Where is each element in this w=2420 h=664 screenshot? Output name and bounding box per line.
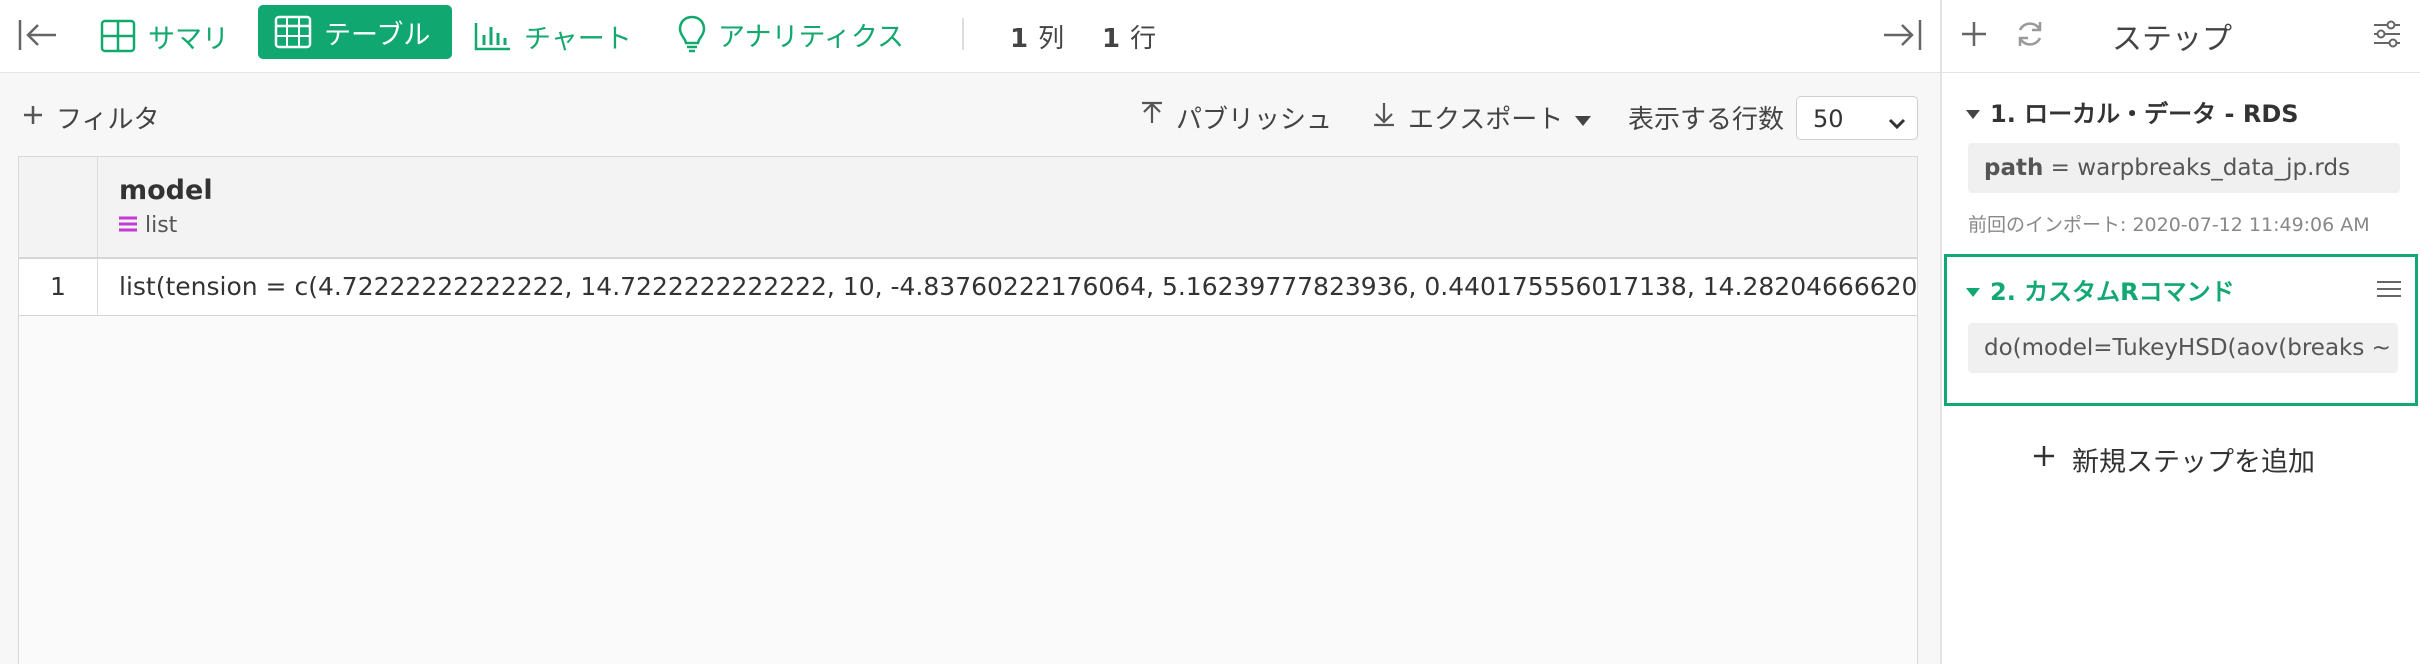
row-count: 1行 [1102, 18, 1156, 55]
index-column-header [19, 157, 98, 257]
step-1-last-import: 前回のインポート: 2020-07-12 11:49:06 AM [1968, 214, 2370, 236]
step-2-title[interactable]: 2. カスタムRコマンド [1966, 272, 2235, 307]
step-1-param-key: path [1984, 155, 2044, 181]
column-type-label: list [145, 213, 178, 238]
table-row: 1 list(tension = c(4.72222222222222, 14.… [19, 259, 1917, 316]
tab-chart[interactable]: チャート [474, 14, 632, 58]
collapse-left-icon[interactable] [18, 18, 58, 56]
steps-panel-header: ステップ [1942, 0, 2420, 73]
hamburger-menu-icon[interactable] [2377, 279, 2401, 303]
add-new-step-button[interactable]: 新規ステップを追加 [2032, 440, 2315, 479]
row-count-value: 1 [1102, 24, 1121, 54]
tab-summary[interactable]: サマリ [100, 14, 229, 58]
view-toolbar: サマリ テーブル チャート アナリティクス 1列 1行 [0, 0, 1940, 73]
table-header: model list [19, 157, 1917, 259]
column-count: 1列 [1010, 18, 1064, 55]
column-count-value: 1 [1010, 24, 1029, 54]
rows-to-show-select[interactable]: 50 [1796, 96, 1918, 140]
download-icon [1372, 101, 1396, 134]
export-dropdown[interactable]: エクスポート [1372, 99, 1592, 136]
table-cell[interactable]: list(tension = c(4.72222222222222, 14.72… [119, 259, 1917, 315]
step-1-parameter[interactable]: path = warpbreaks_data_jp.rds [1968, 143, 2400, 193]
column-header-model[interactable]: model [119, 175, 213, 206]
table-actions-bar: フィルタ パブリッシュ エクスポート 表示する行数 [0, 73, 1940, 153]
add-step-plus-icon[interactable] [1960, 20, 1988, 52]
steps-panel: ステップ 1. ローカル・データ - RDS path = warpbreaks… [1940, 0, 2420, 664]
plus-icon [2032, 444, 2056, 475]
list-type-icon [119, 213, 137, 238]
expand-right-icon[interactable] [1882, 18, 1922, 56]
publish-button[interactable]: パブリッシュ [1140, 99, 1332, 136]
add-filter-label: フィルタ [56, 105, 160, 135]
step-2-command[interactable]: do(model=TukeyHSD(aov(breaks ~ … [1968, 323, 2398, 373]
step-1-param-value: = warpbreaks_data_jp.rds [2043, 155, 2351, 181]
caret-down-icon [1966, 276, 1980, 304]
caret-down-icon [1575, 103, 1592, 133]
tab-chart-label: チャート [524, 23, 632, 55]
sliders-settings-icon[interactable] [2372, 20, 2402, 52]
refresh-icon[interactable] [2014, 18, 2046, 54]
publish-label: パブリッシュ [1176, 105, 1333, 135]
tab-analytics[interactable]: アナリティクス [678, 12, 904, 56]
rows-to-show-value: 50 [1813, 105, 1844, 133]
tab-summary-label: サマリ [148, 23, 229, 55]
bar-chart-icon [474, 21, 512, 51]
upload-icon [1140, 101, 1164, 134]
step-2-card[interactable]: 2. カスタムRコマンド do(model=TukeyHSD(aov(break… [1944, 254, 2418, 406]
step-1-title-label: 1. ローカル・データ - RDS [1990, 100, 2299, 128]
row-count-unit: 行 [1130, 24, 1157, 54]
chevron-down-icon [1887, 109, 1907, 137]
tab-table[interactable]: テーブル [258, 5, 452, 59]
export-label: エクスポート [1408, 105, 1564, 135]
plus-icon [22, 103, 44, 133]
column-type: list [119, 213, 177, 238]
table-icon [274, 15, 312, 49]
step-1-title[interactable]: 1. ローカル・データ - RDS [1966, 94, 2299, 129]
summary-grid-icon [100, 19, 136, 53]
main-area: サマリ テーブル チャート アナリティクス 1列 1行 フィルタ パブリッシュ … [0, 0, 1940, 664]
caret-down-icon [1966, 98, 1980, 126]
toolbar-divider [962, 18, 964, 50]
row-index: 1 [19, 259, 98, 315]
add-filter-button[interactable]: フィルタ [22, 99, 159, 136]
tab-table-label: テーブル [324, 19, 431, 51]
data-table: model list 1 list(tension = c(4.72222222… [18, 156, 1918, 664]
add-new-step-label: 新規ステップを追加 [2072, 447, 2315, 478]
tab-analytics-label: アナリティクス [718, 21, 905, 53]
lightbulb-icon [678, 15, 706, 53]
steps-panel-title: ステップ [2112, 22, 2232, 57]
column-count-unit: 列 [1038, 24, 1065, 54]
rows-to-show-label: 表示する行数 [1628, 99, 1784, 136]
step-2-title-label: 2. カスタムRコマンド [1990, 278, 2235, 306]
rows-to-show-text: 表示する行数 [1628, 105, 1785, 135]
